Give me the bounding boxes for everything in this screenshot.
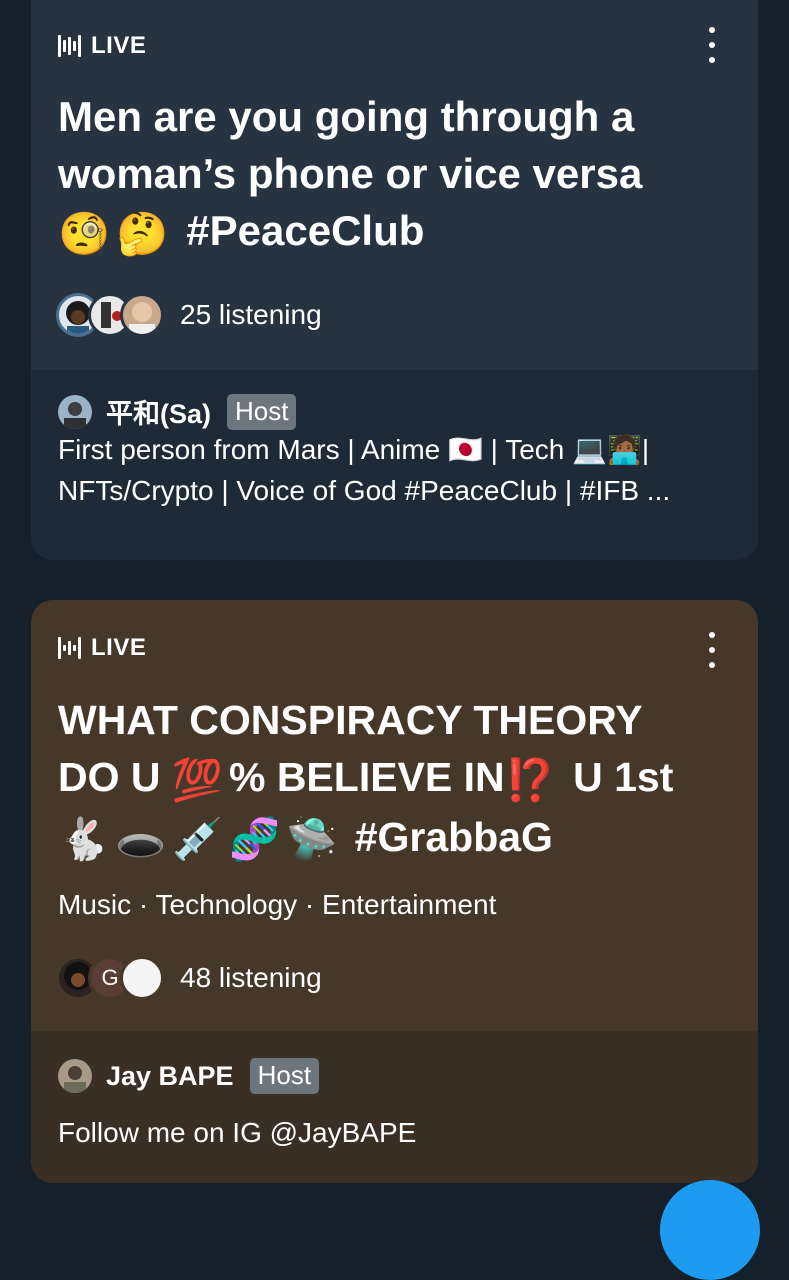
rabbit-emoji: 🐇 [58, 816, 110, 863]
dot [709, 632, 715, 638]
space-card[interactable]: LIVE Men are you going through a woman’s… [31, 0, 758, 560]
listening-count: 48 listening [180, 962, 322, 993]
space-title: Men are you going through a woman’s phon… [58, 88, 738, 262]
space-card[interactable]: LIVE WHAT CONSPIRACY THEORY DO U 💯% BELI… [31, 600, 758, 1183]
dot [709, 662, 715, 668]
audio-bars-icon [58, 33, 81, 59]
hundred-points-emoji: 💯 [171, 756, 223, 803]
live-indicator: LIVE [58, 32, 146, 60]
host-bio-line: First person from Mars | Anime 🇯🇵 | Tech… [58, 434, 650, 465]
space-title-text: DO U [58, 754, 161, 800]
space-hashtag: #GrabbaG [354, 813, 553, 860]
listener-avatars[interactable] [56, 293, 164, 337]
listening-count: 25 listening [180, 299, 322, 330]
live-label: LIVE [91, 32, 147, 59]
space-topics[interactable]: Music · Technology · Entertainment [58, 889, 496, 921]
host-avatar[interactable] [58, 1059, 92, 1093]
host-info[interactable]: 平和(Sa) Host [58, 392, 297, 431]
live-label: LIVE [91, 634, 147, 661]
ufo-emoji: 🛸 [286, 816, 338, 863]
space-hashtag: #PeaceClub [186, 207, 425, 254]
listeners-row[interactable]: 25 listening [56, 293, 322, 337]
live-indicator: LIVE [58, 634, 146, 662]
syringe-emoji: 💉 [172, 816, 224, 863]
hole-emoji: 🕳️ [115, 816, 167, 863]
audio-bars-icon [58, 635, 81, 661]
dot [709, 57, 715, 63]
host-avatar[interactable] [58, 394, 92, 429]
monocle-face-emoji: 🧐 [58, 210, 111, 258]
host-bio: First person from Mars | Anime 🇯🇵 | Tech… [58, 429, 738, 511]
avatar [120, 956, 164, 1000]
space-title-text: Men are you going through a woman’s phon… [58, 93, 643, 197]
dot [709, 647, 715, 653]
space-title: WHAT CONSPIRACY THEORY DO U 💯% BELIEVE I… [58, 692, 738, 868]
host-badge: Host [249, 1058, 320, 1094]
compose-fab-button[interactable] [660, 1180, 760, 1280]
host-badge: Host [227, 393, 297, 430]
listeners-row[interactable]: G 48 listening [56, 956, 322, 1000]
thinking-face-emoji: 🤔 [116, 210, 169, 258]
dot [709, 42, 715, 48]
exclamation-question-emoji: ⁉️ [504, 756, 556, 803]
dot [709, 27, 715, 33]
avatar [120, 293, 164, 337]
dna-emoji: 🧬 [229, 816, 281, 863]
host-bio-line: NFTs/Crypto | Voice of God #PeaceClub | … [58, 475, 671, 506]
host-section[interactable]: 平和(Sa) Host First person from Mars | Ani… [31, 370, 758, 560]
host-section[interactable]: Jay BAPE Host Follow me on IG @JayBAPE [31, 1031, 758, 1183]
more-options-button[interactable] [702, 27, 722, 63]
host-bio: Follow me on IG @JayBAPE [58, 1117, 417, 1148]
space-title-text: % BELIEVE IN [228, 754, 505, 800]
space-title-line: WHAT CONSPIRACY THEORY [58, 697, 643, 743]
host-info[interactable]: Jay BAPE Host [58, 1058, 320, 1094]
host-name[interactable]: Jay BAPE [106, 1061, 234, 1092]
space-title-text: U 1st [573, 754, 674, 800]
host-name[interactable]: 平和(Sa) [106, 392, 211, 431]
listener-avatars[interactable]: G [56, 956, 164, 1000]
more-options-button[interactable] [702, 632, 722, 668]
